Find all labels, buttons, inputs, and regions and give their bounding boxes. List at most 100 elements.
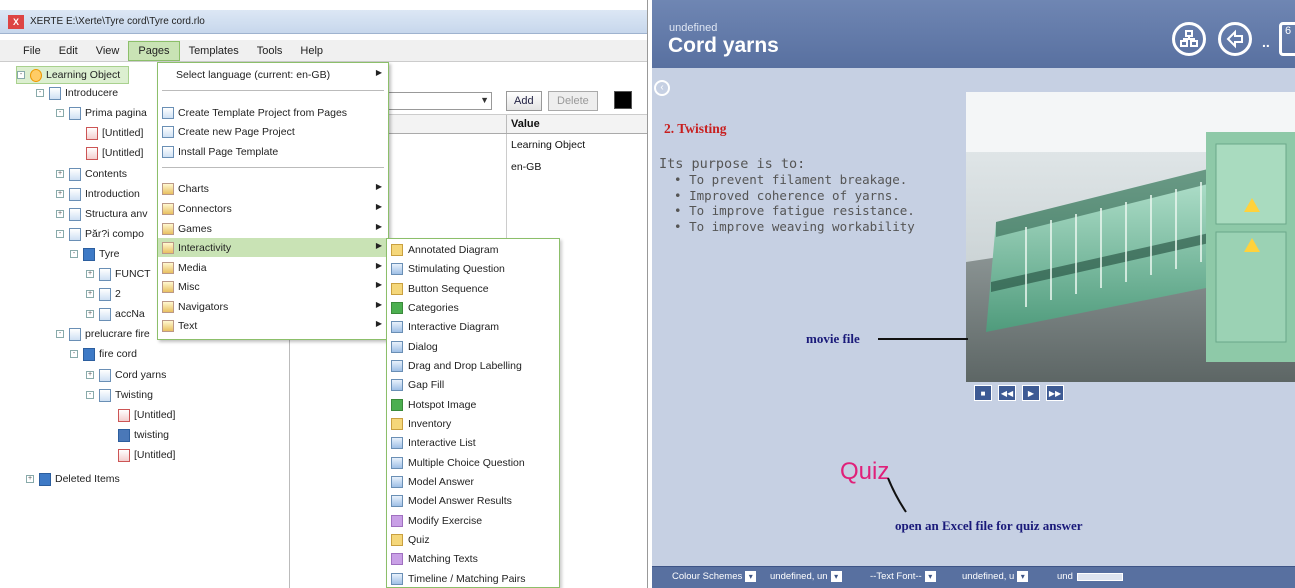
tree-node-fire-cord[interactable]: - fire cord [70,345,137,363]
tree-node-tyre[interactable]: - Tyre [70,245,119,263]
template-project-icon [162,106,174,119]
colour-schemes-select[interactable]: Colour Schemes ▾ [672,571,757,582]
submenu-item-drag-drop-labelling[interactable]: Drag and Drop Labelling [387,356,559,375]
menu-item-navigators[interactable]: Navigators ▶ [158,297,388,316]
collapse-toggle[interactable]: - [86,391,94,399]
model-answer-icon [391,475,403,488]
submenu-item-quiz[interactable]: Quiz [387,530,559,549]
submenu-item-categories[interactable]: Categories [387,298,559,317]
submenu-item-multiple-choice[interactable]: Multiple Choice Question [387,453,559,472]
collapse-toggle[interactable]: - [36,89,44,97]
menu-view[interactable]: View [87,42,129,60]
menu-item-connectors[interactable]: Connectors ▶ [158,199,388,218]
undefined-slider[interactable]: und [1057,571,1123,582]
tree-node-label: 2 [115,288,121,300]
tree-node-untitled[interactable]: [Untitled] [118,446,175,464]
menu-item-select-language[interactable]: Select language (current: en-GB) ▶ [158,65,388,84]
submenu-item-dialog[interactable]: Dialog [387,337,559,356]
tree-node-untitled[interactable]: [Untitled] [118,406,175,424]
tree-node-funct[interactable]: + FUNCT [86,265,151,283]
submenu-item-matching-texts[interactable]: Matching Texts [387,549,559,568]
collapse-toggle[interactable]: - [17,71,25,79]
expand-toggle[interactable]: + [86,371,94,379]
submenu-item-stimulating-question[interactable]: Stimulating Question [387,259,559,278]
undefined-select-1[interactable]: undefined, un ▾ [770,571,842,582]
tree-node-cord-yarns[interactable]: + Cord yarns [86,366,166,384]
submenu-item-label: Dialog [408,340,438,353]
tree-node-accna[interactable]: + accNa [86,305,145,323]
submenu-item-timeline[interactable]: Timeline / Matching Pairs [387,569,559,588]
color-swatch[interactable] [614,91,632,109]
inventory-icon [391,417,403,430]
submenu-item-hotspot-image[interactable]: Hotspot Image [387,395,559,414]
tree-node-untitled[interactable]: [Untitled] [86,124,143,142]
submenu-item-button-sequence[interactable]: Button Sequence [387,279,559,298]
submenu-item-inventory[interactable]: Inventory [387,414,559,433]
menu-item-games[interactable]: Games ▶ [158,219,388,238]
tree-node-twisting[interactable]: - Twisting [86,386,153,404]
expand-toggle[interactable]: + [56,190,64,198]
submenu-item-interactive-list[interactable]: Interactive List [387,433,559,452]
menu-item-interactivity[interactable]: Interactivity ▶ [158,238,388,257]
folder-icon [83,347,95,361]
undefined-select-2[interactable]: undefined, u ▾ [962,571,1029,582]
tree-node-untitled[interactable]: [Untitled] [86,144,143,162]
tree-node-2[interactable]: + 2 [86,285,121,303]
menu-tools[interactable]: Tools [248,42,292,60]
menu-bar: File Edit View Pages Templates Tools Hel… [0,40,647,62]
expand-toggle[interactable]: + [86,310,94,318]
expand-toggle[interactable]: + [86,290,94,298]
menu-templates[interactable]: Templates [180,42,248,60]
tree-node-parti-componente[interactable]: - Păr?i compo [56,225,144,243]
delete-button[interactable]: Delete [548,91,598,111]
expand-toggle[interactable]: + [56,210,64,218]
menu-item-text[interactable]: Text ▶ [158,316,388,335]
add-button[interactable]: Add [506,91,542,111]
tree-node-introducere[interactable]: - Introducere [36,84,118,102]
expand-toggle[interactable]: + [26,475,34,483]
folder-icon [162,222,174,235]
categories-icon [391,301,403,314]
property-value[interactable]: Learning Object [506,134,585,156]
tree-node-contents[interactable]: + Contents [56,165,127,183]
collapse-toggle[interactable]: - [56,109,64,117]
tree-node-deleted-items[interactable]: + Deleted Items [26,470,120,488]
menu-item-media[interactable]: Media ▶ [158,258,388,277]
expand-toggle[interactable]: + [56,170,64,178]
menu-item-label: Create new Page Project [178,125,295,138]
expand-toggle[interactable]: + [86,270,94,278]
collapse-toggle[interactable]: - [70,350,78,358]
tree-node-introduction[interactable]: + Introduction [56,185,140,203]
collapse-toggle[interactable]: - [70,250,78,258]
menu-item-charts[interactable]: Charts ▶ [158,179,388,198]
submenu-item-modify-exercise[interactable]: Modify Exercise [387,511,559,530]
tree-node-prima-pagina[interactable]: - Prima pagina [56,104,147,122]
submenu-item-model-answer[interactable]: Model Answer [387,472,559,491]
submenu-item-annotated-diagram[interactable]: Annotated Diagram [387,240,559,259]
text-font-select[interactable]: --Text Font-- ▾ [870,571,936,582]
menu-item-create-template-project[interactable]: Create Template Project from Pages [158,103,388,122]
menu-pages[interactable]: Pages [128,40,180,61]
tree-node-learning-object[interactable]: - Learning Object [16,66,130,84]
select-label: Colour Schemes [672,571,743,582]
menu-edit[interactable]: Edit [50,42,87,60]
menu-item-misc[interactable]: Misc ▶ [158,277,388,296]
tree-node-prelucrare-fire[interactable]: - prelucrare fire [56,325,150,343]
timeline-icon [391,572,403,585]
tree-node-twisting-movie[interactable]: twisting [118,426,169,444]
tree-node-structura[interactable]: + Structura anv [56,205,147,223]
property-value[interactable]: en-GB [506,156,541,178]
menu-item-create-page-project[interactable]: Create new Page Project [158,122,388,141]
collapse-toggle[interactable]: - [56,230,64,238]
folder-icon [83,247,95,261]
submenu-item-interactive-diagram[interactable]: Interactive Diagram [387,317,559,336]
menu-help[interactable]: Help [291,42,332,60]
menu-item-install-page-template[interactable]: Install Page Template [158,142,388,161]
submenu-item-gap-fill[interactable]: Gap Fill [387,375,559,394]
slider-track[interactable] [1076,572,1123,581]
annotated-diagram-icon [391,243,403,256]
menu-file[interactable]: File [14,42,50,60]
collapse-toggle[interactable]: - [56,330,64,338]
submenu-item-model-answer-results[interactable]: Model Answer Results [387,491,559,510]
multiple-choice-icon [391,456,403,469]
